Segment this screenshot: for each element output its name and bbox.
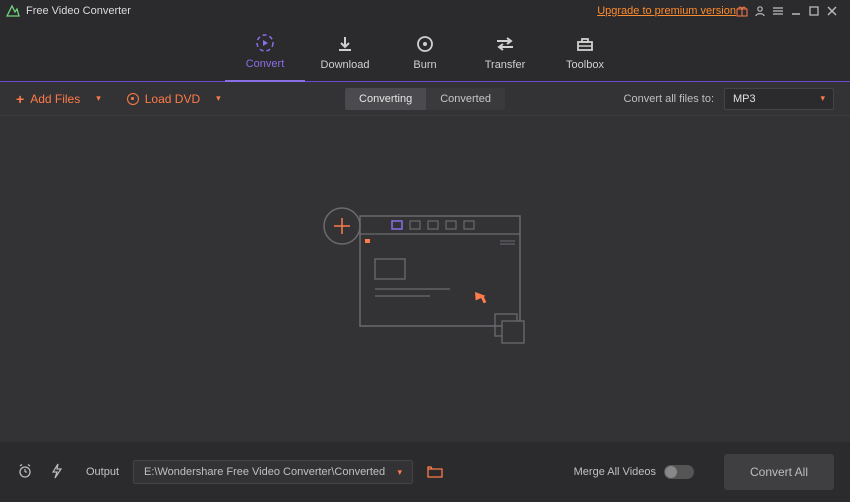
merge-toggle[interactable] xyxy=(664,465,694,479)
main-tabs: Convert Download Burn Transfer Toolbox xyxy=(0,22,850,82)
status-segment: Converting Converted xyxy=(345,88,505,110)
tab-transfer[interactable]: Transfer xyxy=(465,22,545,81)
burn-icon xyxy=(415,33,435,55)
segment-converted[interactable]: Converted xyxy=(426,88,505,110)
merge-videos-control: Merge All Videos xyxy=(574,465,694,479)
plus-icon: + xyxy=(16,92,24,106)
footer-bar: Output E:\Wondershare Free Video Convert… xyxy=(0,442,850,502)
upgrade-link[interactable]: Upgrade to premium version xyxy=(597,5,736,17)
maximize-button[interactable] xyxy=(808,5,826,17)
chevron-down-icon: ▾ xyxy=(216,93,221,104)
menu-icon[interactable] xyxy=(772,5,790,17)
user-icon[interactable] xyxy=(754,5,772,17)
output-label: Output xyxy=(86,466,119,478)
drop-zone[interactable] xyxy=(0,116,850,442)
tab-label: Convert xyxy=(246,58,285,70)
gpu-accel-icon[interactable] xyxy=(48,463,66,482)
chevron-down-icon: ▾ xyxy=(96,93,101,104)
convert-all-button[interactable]: Convert All xyxy=(724,454,834,490)
app-logo-icon xyxy=(6,4,20,18)
output-format-select[interactable]: MP3 ▾ xyxy=(724,88,834,110)
output-path-value: E:\Wondershare Free Video Converter\Conv… xyxy=(144,466,385,478)
add-files-button[interactable]: + Add Files ▾ xyxy=(16,92,101,106)
open-folder-button[interactable] xyxy=(427,464,443,481)
minimize-button[interactable] xyxy=(790,5,808,17)
load-dvd-label: Load DVD xyxy=(145,92,200,106)
convert-all-label: Convert All xyxy=(750,465,808,479)
title-bar: Free Video Converter Upgrade to premium … xyxy=(0,0,850,22)
chevron-down-icon: ▾ xyxy=(820,93,825,104)
download-icon xyxy=(335,33,355,55)
merge-label: Merge All Videos xyxy=(574,466,656,478)
tab-toolbox[interactable]: Toolbox xyxy=(545,22,625,81)
convert-icon xyxy=(254,32,276,54)
tab-label: Toolbox xyxy=(566,59,604,71)
segment-converting[interactable]: Converting xyxy=(345,88,426,110)
app-title: Free Video Converter xyxy=(26,5,131,17)
tab-label: Download xyxy=(321,59,370,71)
disc-icon xyxy=(127,93,139,105)
add-files-label: Add Files xyxy=(30,92,80,106)
tab-convert[interactable]: Convert xyxy=(225,22,305,82)
sub-toolbar: + Add Files ▾ Load DVD ▾ Converting Conv… xyxy=(0,82,850,116)
toolbox-icon xyxy=(575,33,595,55)
transfer-icon xyxy=(494,33,516,55)
convert-all-to-label: Convert all files to: xyxy=(624,93,714,105)
chevron-down-icon: ▾ xyxy=(398,467,403,478)
close-button[interactable] xyxy=(826,5,844,17)
tab-download[interactable]: Download xyxy=(305,22,385,81)
tab-label: Burn xyxy=(413,59,436,71)
output-path-select[interactable]: E:\Wondershare Free Video Converter\Conv… xyxy=(133,460,413,484)
format-value: MP3 xyxy=(733,93,756,105)
drop-illustration-icon xyxy=(320,204,530,354)
alarm-icon[interactable] xyxy=(16,463,34,482)
tab-label: Transfer xyxy=(485,59,526,71)
gift-icon[interactable] xyxy=(736,5,754,17)
load-dvd-button[interactable]: Load DVD ▾ xyxy=(127,92,221,106)
tab-burn[interactable]: Burn xyxy=(385,22,465,81)
